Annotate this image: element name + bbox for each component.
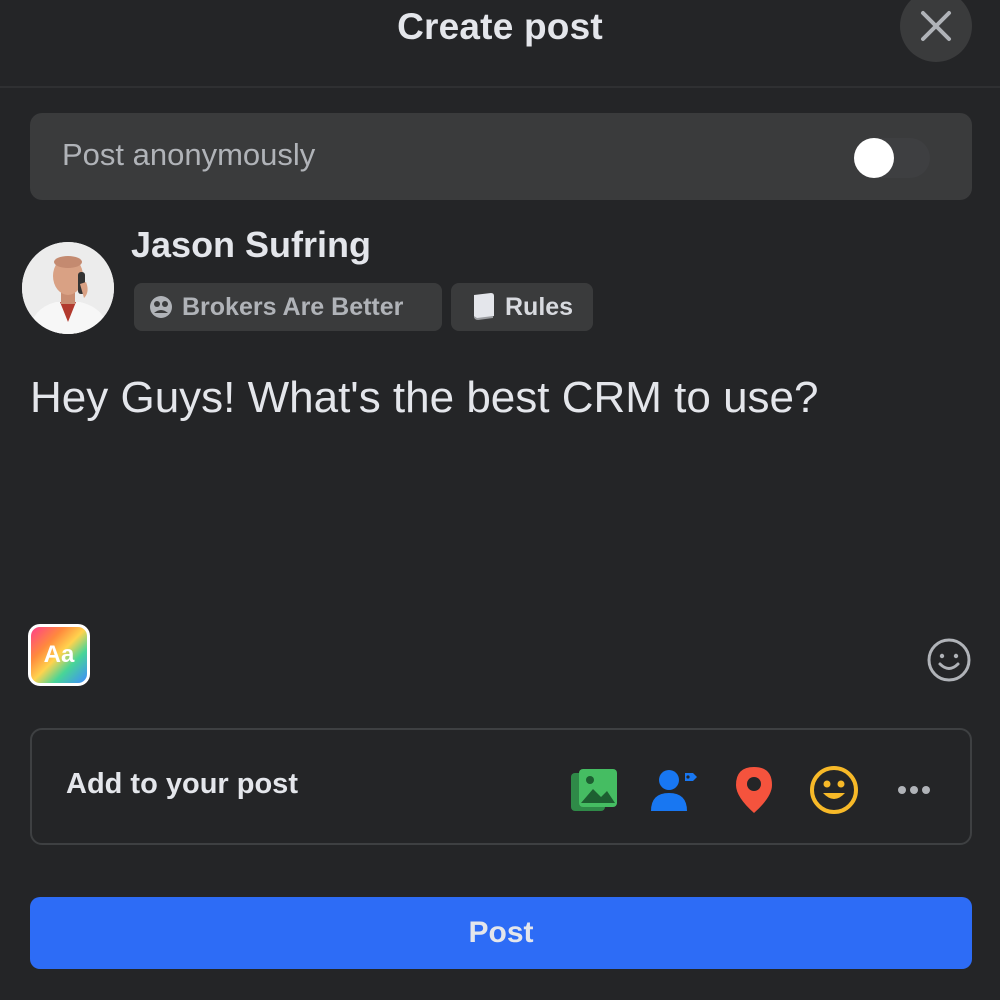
audience-group-chip[interactable]: Brokers Are Better xyxy=(134,283,442,331)
close-icon xyxy=(921,11,951,41)
feeling-button[interactable] xyxy=(808,764,860,816)
tag-people-icon xyxy=(651,770,697,811)
post-button[interactable]: Post xyxy=(30,897,972,969)
tag-people-button[interactable] xyxy=(648,764,700,816)
emoji-button[interactable] xyxy=(926,637,972,683)
close-button[interactable] xyxy=(900,0,972,62)
rules-chip[interactable]: Rules xyxy=(451,283,593,331)
text-format-button[interactable]: Aa xyxy=(28,624,90,686)
more-icon xyxy=(898,786,930,794)
add-to-post-label: Add to your post xyxy=(66,768,298,800)
add-to-post-panel: Add to your post xyxy=(30,728,972,845)
anonymous-toggle[interactable] xyxy=(854,138,930,178)
more-options-button[interactable] xyxy=(888,764,940,816)
dialog-title: Create post xyxy=(397,6,603,47)
photo-icon xyxy=(571,769,617,811)
dialog-header: Create post xyxy=(0,0,1000,88)
check-in-button[interactable] xyxy=(728,764,780,816)
post-text-input[interactable]: Hey Guys! What's the best CRM to use? xyxy=(30,373,818,423)
location-icon xyxy=(736,767,772,813)
toggle-knob xyxy=(854,138,894,178)
rules-label: Rules xyxy=(505,292,574,321)
feeling-icon xyxy=(810,766,858,814)
anonymous-label: Post anonymously xyxy=(62,137,316,172)
post-button-label: Post xyxy=(468,916,534,949)
anonymous-row: Post anonymously xyxy=(30,113,972,200)
audience-group-label: Brokers Are Better xyxy=(182,292,404,321)
group-icon xyxy=(148,294,174,320)
photo-video-button[interactable] xyxy=(568,764,620,816)
text-format-label: Aa xyxy=(43,641,75,668)
avatar-photo xyxy=(22,242,114,334)
smiley-icon xyxy=(927,638,971,682)
user-name: Jason Sufring xyxy=(131,224,372,265)
book-icon xyxy=(469,292,497,322)
avatar[interactable] xyxy=(22,242,114,334)
